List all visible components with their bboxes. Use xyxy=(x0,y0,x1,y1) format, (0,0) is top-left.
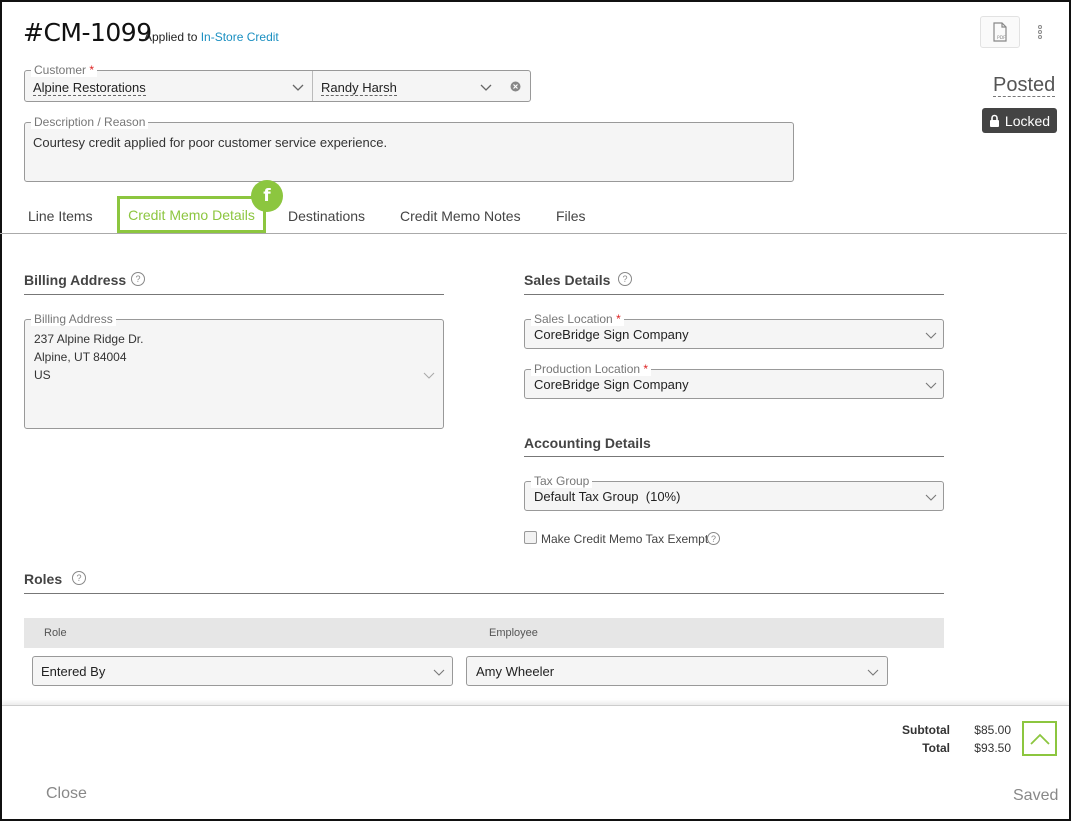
chevron-down-icon xyxy=(925,382,937,389)
applied-to-link[interactable]: In-Store Credit xyxy=(201,30,279,44)
customer-contact-value: Randy Harsh xyxy=(321,80,397,96)
tax-group-select[interactable]: Tax Group Default Tax Group (10%) xyxy=(524,474,944,511)
step-badge: f xyxy=(251,180,283,212)
billing-line-1: 237 Alpine Ridge Dr. xyxy=(34,332,144,346)
customer-contact-select[interactable]: Randy Harsh xyxy=(313,71,497,101)
chevron-down-icon xyxy=(867,669,879,676)
sales-location-select[interactable]: Sales Location * CoreBridge Sign Company xyxy=(524,312,944,349)
chevron-down-icon xyxy=(433,669,445,676)
kebab-menu-icon xyxy=(1038,25,1042,39)
tax-group-value: Default Tax Group (10%) xyxy=(534,489,681,504)
chevron-down-icon xyxy=(925,494,937,501)
help-icon[interactable]: ? xyxy=(707,532,720,545)
billing-line-2: Alpine, UT 84004 xyxy=(34,350,127,364)
status-posted[interactable]: Posted xyxy=(993,74,1056,97)
applied-to-text: Applied to In-Store Credit xyxy=(144,30,279,44)
more-options-button[interactable] xyxy=(1026,16,1054,48)
subtotal-label: Subtotal xyxy=(902,723,950,737)
sales-divider xyxy=(524,294,944,295)
roles-divider xyxy=(24,593,944,594)
sales-details-heading: Sales Details xyxy=(524,272,611,288)
tab-destinations[interactable]: Destinations xyxy=(288,208,365,224)
billing-address-heading: Billing Address xyxy=(24,272,127,288)
tab-credit-memo-notes[interactable]: Credit Memo Notes xyxy=(400,208,521,224)
tab-line-items[interactable]: Line Items xyxy=(28,208,93,224)
help-icon[interactable]: ? xyxy=(72,571,86,585)
memo-id-title: #CM-1099 xyxy=(23,18,152,47)
subtotal-value: $85.00 xyxy=(974,723,1011,737)
chevron-down-icon xyxy=(925,332,937,339)
tax-exempt-checkbox[interactable] xyxy=(524,531,537,544)
employee-column-header: Employee xyxy=(489,627,538,639)
production-location-value: CoreBridge Sign Company xyxy=(534,377,689,392)
chevron-down-icon xyxy=(423,372,435,379)
total-value: $93.50 xyxy=(974,741,1011,755)
role-select[interactable]: Entered By xyxy=(32,656,453,686)
tax-group-legend: Tax Group xyxy=(531,474,593,488)
tax-exempt-label[interactable]: Make Credit Memo Tax Exempt xyxy=(541,532,708,546)
billing-line-3: US xyxy=(34,368,51,382)
close-button[interactable]: Close xyxy=(46,785,87,803)
roles-table-header: Role Employee xyxy=(24,618,944,648)
employee-select[interactable]: Amy Wheeler xyxy=(466,656,888,686)
help-icon[interactable]: ? xyxy=(131,272,145,286)
production-location-select[interactable]: Production Location * CoreBridge Sign Co… xyxy=(524,362,944,399)
billing-divider xyxy=(24,294,444,295)
customer-field: Customer * Alpine Restorations Randy Har… xyxy=(24,63,531,102)
help-icon[interactable]: ? xyxy=(618,272,632,286)
role-column-header: Role xyxy=(44,627,67,639)
chevron-down-icon xyxy=(480,84,492,91)
accounting-divider xyxy=(524,456,944,457)
customer-company-select[interactable]: Alpine Restorations xyxy=(25,71,313,101)
pdf-icon: PDF xyxy=(993,22,1007,42)
description-legend: Description / Reason xyxy=(31,115,149,129)
lock-icon xyxy=(989,114,999,127)
chevron-up-icon xyxy=(1029,733,1050,745)
locked-badge[interactable]: Locked xyxy=(982,108,1057,133)
sales-location-legend: Sales Location * xyxy=(531,312,624,326)
description-field[interactable]: Description / Reason Courtesy credit app… xyxy=(24,115,794,182)
production-location-legend: Production Location * xyxy=(531,362,652,376)
tab-credit-memo-details[interactable]: Credit Memo Details xyxy=(117,196,266,233)
chevron-down-icon xyxy=(292,84,304,91)
tab-files[interactable]: Files xyxy=(556,208,586,224)
locked-label: Locked xyxy=(1004,112,1051,129)
expand-totals-button[interactable] xyxy=(1022,721,1057,756)
clear-customer-icon[interactable] xyxy=(510,81,521,92)
sales-location-value: CoreBridge Sign Company xyxy=(534,327,689,342)
employee-value: Amy Wheeler xyxy=(476,664,555,679)
pdf-button[interactable]: PDF xyxy=(980,16,1020,48)
total-label: Total xyxy=(922,741,950,755)
description-value: Courtesy credit applied for poor custome… xyxy=(33,135,388,150)
roles-heading: Roles xyxy=(24,571,63,587)
customer-company-value: Alpine Restorations xyxy=(33,80,146,96)
billing-address-legend: Billing Address xyxy=(31,312,116,326)
saved-status: Saved xyxy=(1013,787,1059,804)
accounting-details-heading: Accounting Details xyxy=(524,435,651,451)
billing-address-field[interactable]: Billing Address 237 Alpine Ridge Dr. Alp… xyxy=(24,312,444,429)
svg-text:PDF: PDF xyxy=(997,35,1006,41)
role-value: Entered By xyxy=(41,664,106,679)
applied-to-prefix: Applied to xyxy=(144,30,198,44)
